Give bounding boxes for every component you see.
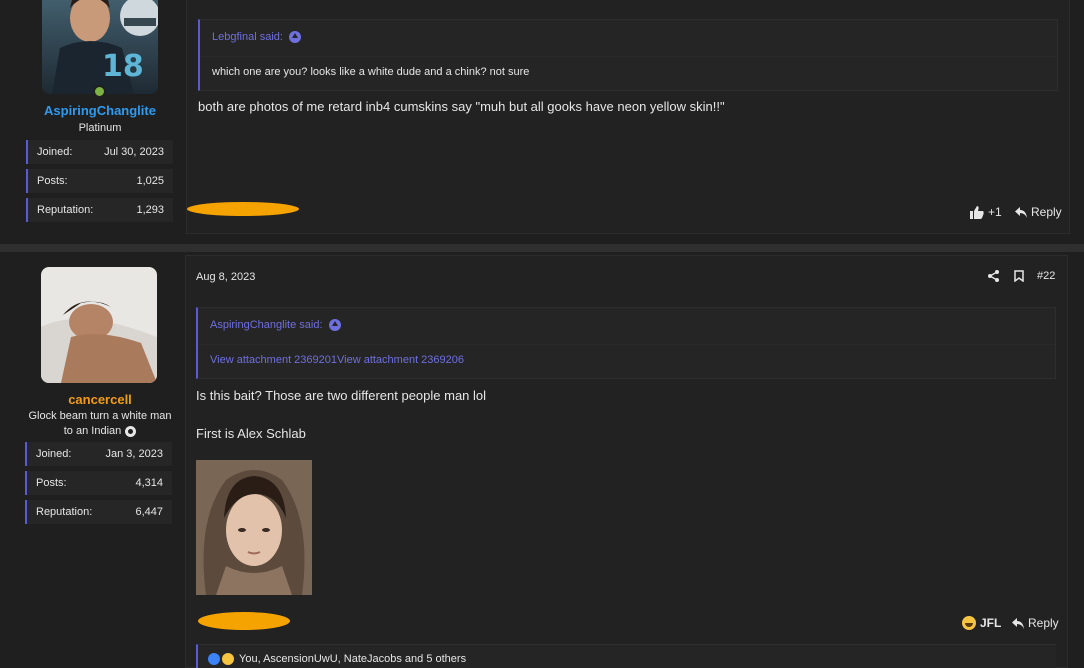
user-info-panel: cancercell Glock beam turn a white man t… (0, 252, 186, 668)
avatar[interactable] (41, 267, 157, 383)
reactions-summary[interactable]: You, AscensionUwU, NateJacobs and 5 othe… (239, 653, 466, 665)
attachment-image[interactable] (196, 460, 312, 595)
redaction-mark (187, 202, 299, 216)
user-title: Glock beam turn a white man to an Indian (0, 409, 200, 439)
reaction-count: +1 (988, 205, 1002, 219)
redaction-mark (198, 612, 290, 630)
reply-icon (1015, 206, 1027, 218)
stat-value: Jul 30, 2023 (104, 146, 164, 158)
stat-label: Posts: (36, 477, 67, 489)
jump-to-quote-icon[interactable] (288, 31, 301, 43)
post-separator (0, 244, 1084, 252)
user-title: Platinum (78, 122, 122, 134)
reaction-label: JFL (980, 616, 1002, 630)
stat-posts: Posts: 1,025 (26, 169, 173, 193)
stat-reputation: Reputation: 6,447 (25, 500, 172, 524)
stat-label: Posts: (37, 175, 68, 187)
quote-divider (200, 56, 1057, 57)
stat-value: 1,293 (136, 204, 164, 216)
reply-icon (1012, 617, 1024, 629)
quote-author[interactable]: AspiringChanglite said: (210, 319, 323, 331)
quote-header[interactable]: Lebgfinal said: (212, 31, 301, 43)
stat-label: Joined: (36, 448, 72, 460)
user-info-panel: 18 AspiringChanglite Platinum Joined: Ju… (0, 0, 186, 244)
laughing-reaction-icon (222, 653, 234, 665)
avatar[interactable]: 18 (42, 0, 158, 94)
bookmark-icon[interactable] (1014, 270, 1024, 282)
svg-text:18: 18 (102, 49, 144, 84)
stat-joined: Joined: Jan 3, 2023 (25, 442, 172, 466)
post-number[interactable]: #22 (1037, 270, 1055, 282)
badge-icon (125, 426, 137, 437)
message-content: Lebgfinal said: which one are you? looks… (186, 0, 1070, 234)
reply-label: Reply (1028, 616, 1059, 630)
quote-block: AspiringChanglite said: View attachment … (196, 307, 1056, 379)
laughing-emoji-icon (962, 616, 976, 630)
reaction-button[interactable]: JFL (962, 616, 1001, 630)
username[interactable]: AspiringChanglite (0, 103, 200, 118)
post-body-line2: First is Alex Schlab (196, 426, 306, 441)
reply-button[interactable]: Reply (1015, 205, 1062, 219)
like-reaction-icon (208, 653, 220, 665)
online-status-indicator (93, 85, 106, 98)
thumbs-up-icon (970, 205, 984, 219)
stat-value: 1,025 (136, 175, 164, 187)
post-body: both are photos of me retard inb4 cumski… (198, 99, 725, 114)
reply-button[interactable]: Reply (1012, 616, 1059, 630)
reply-label: Reply (1031, 205, 1062, 219)
username[interactable]: cancercell (0, 392, 200, 407)
stat-label: Joined: (37, 146, 73, 158)
quote-author[interactable]: Lebgfinal said: (212, 31, 283, 43)
reaction-button[interactable]: +1 (970, 205, 1002, 219)
stat-label: Reputation: (36, 506, 93, 518)
attachment-links[interactable]: View attachment 2369201View attachment 2… (210, 354, 464, 366)
stat-posts: Posts: 4,314 (25, 471, 172, 495)
post-1: 18 AspiringChanglite Platinum Joined: Ju… (0, 0, 1084, 244)
stat-joined: Joined: Jul 30, 2023 (26, 140, 173, 164)
stat-reputation: Reputation: 1,293 (26, 198, 173, 222)
stat-value: Jan 3, 2023 (105, 448, 164, 460)
quote-text: which one are you? looks like a white du… (212, 66, 530, 78)
quote-divider (198, 344, 1055, 345)
jump-to-quote-icon[interactable] (328, 319, 341, 331)
reactions-bar[interactable]: You, AscensionUwU, NateJacobs and 5 othe… (196, 644, 1056, 668)
quote-block: Lebgfinal said: which one are you? looks… (198, 19, 1058, 91)
message-content: Aug 8, 2023 #22 AspiringChanglite said: … (185, 255, 1068, 668)
user-title-line1: Glock beam turn a white man (28, 410, 172, 422)
stat-label: Reputation: (37, 204, 94, 216)
share-icon[interactable] (988, 270, 999, 282)
stat-value: 6,447 (135, 506, 163, 518)
user-title-line2-wrapper: to an Indian (0, 424, 200, 439)
stat-value: 4,314 (135, 477, 163, 489)
post-date[interactable]: Aug 8, 2023 (196, 271, 255, 283)
post-2: cancercell Glock beam turn a white man t… (0, 252, 1084, 668)
user-title-line2: to an Indian (63, 425, 122, 437)
quote-header[interactable]: AspiringChanglite said: (210, 319, 341, 331)
post-body-line1: Is this bait? Those are two different pe… (196, 388, 487, 403)
